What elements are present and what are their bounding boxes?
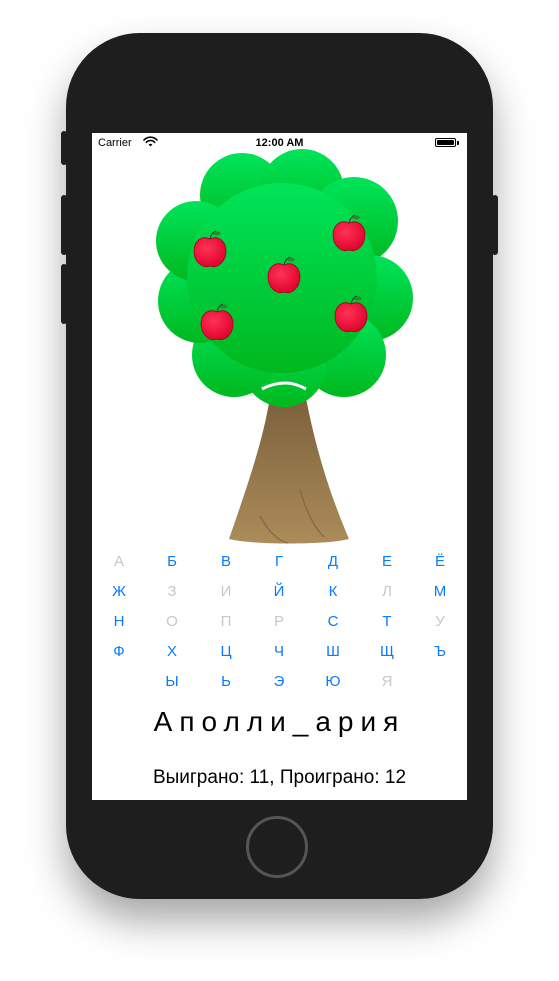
apple-tree (156, 149, 413, 546)
letter-key[interactable]: И (206, 577, 246, 607)
app-screen: Carrier 12:00 AM А Б В Г Д Е Ё Ж З И Й К… (92, 133, 467, 800)
letter-key[interactable]: Р (259, 607, 299, 637)
keyboard-row: АБВГДЕЁ (92, 547, 467, 577)
letter-key[interactable]: Х (152, 637, 192, 667)
letter-key[interactable]: Я (367, 667, 407, 697)
letter-key[interactable]: Е (367, 547, 407, 577)
letter-key[interactable]: Ъ (420, 637, 460, 667)
letter-key[interactable]: Т (367, 607, 407, 637)
letter-key[interactable]: Ш (313, 637, 353, 667)
letter-key[interactable]: Г (259, 547, 299, 577)
letter-key[interactable]: Ь (206, 667, 246, 697)
letter-key[interactable]: Ч (259, 637, 299, 667)
letter-key[interactable]: Э (259, 667, 299, 697)
keyboard-row: ЖЗИЙКЛМ (92, 577, 467, 607)
letter-key[interactable]: С (313, 607, 353, 637)
letter-key[interactable]: П (206, 607, 246, 637)
letter-key[interactable]: Ю (313, 667, 353, 697)
guess-word: Аполли_ария (153, 706, 406, 737)
keyboard-row: ФХЦЧШЩЪ (92, 637, 467, 667)
letter-keyboard: АБВГДЕЁ ЖЗИЙКЛМ НОПРСТУ ФХЦЧШЩЪ ЫЬЭЮЯ (92, 547, 467, 697)
letter-key[interactable]: Й (259, 577, 299, 607)
letter-key[interactable]: Л (367, 577, 407, 607)
letter-key[interactable]: З (152, 577, 192, 607)
letter-key[interactable]: Ы (152, 667, 192, 697)
tree-trunk (228, 389, 350, 546)
letter-key[interactable]: У (420, 607, 460, 637)
letter-key[interactable]: Д (313, 547, 353, 577)
letter-key[interactable]: В (206, 547, 246, 577)
letter-key[interactable]: Ц (206, 637, 246, 667)
score-label: Выиграно: 11, Проиграно: 12 (152, 767, 407, 788)
power-button (492, 195, 498, 255)
home-button[interactable] (246, 816, 308, 878)
letter-key[interactable]: А (99, 547, 139, 577)
letter-key[interactable]: Ё (420, 547, 460, 577)
letter-key[interactable]: Б (152, 547, 192, 577)
keyboard-row: НОПРСТУ (92, 607, 467, 637)
letter-key[interactable]: О (152, 607, 192, 637)
letter-key[interactable]: Ж (99, 577, 139, 607)
letter-key[interactable]: М (420, 577, 460, 607)
volume-up-button (61, 195, 67, 255)
letter-key[interactable]: Н (99, 607, 139, 637)
silent-switch (61, 131, 67, 165)
letter-key[interactable]: Щ (367, 637, 407, 667)
volume-down-button (61, 264, 67, 324)
letter-key[interactable]: К (313, 577, 353, 607)
letter-key[interactable]: Ф (99, 637, 139, 667)
keyboard-row: ЫЬЭЮЯ (92, 667, 467, 697)
